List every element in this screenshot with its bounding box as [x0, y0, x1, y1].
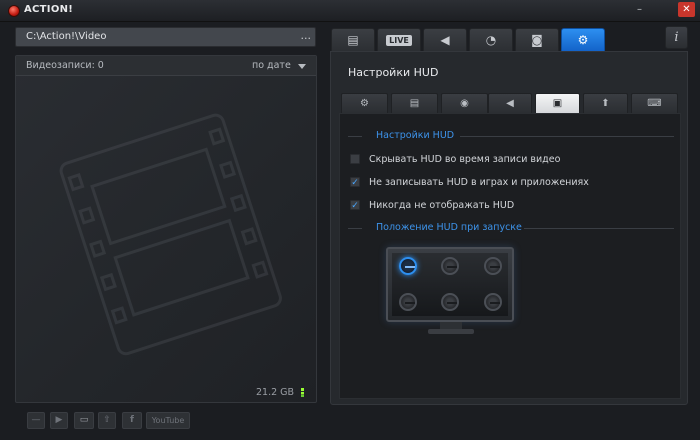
- hud-pos-bottom-left[interactable]: [399, 293, 417, 311]
- hud-settings-subpanel: Настройки HUD Скрывать HUD во время запи…: [339, 113, 681, 399]
- hud-pos-bottom-center[interactable]: [441, 293, 459, 311]
- stopwatch-icon: ◔: [485, 33, 497, 47]
- film-icon: ▤: [409, 98, 420, 109]
- never-show-hud-checkbox[interactable]: ✓: [350, 200, 360, 211]
- hide-hud-recording-label: Скрывать HUD во время записи видео: [369, 154, 561, 165]
- hud-pos-top-left[interactable]: [399, 257, 417, 275]
- hud-position-monitor: [386, 247, 514, 322]
- live-tab[interactable]: LIVE: [377, 28, 421, 51]
- save-path-box[interactable]: C:\Action!\Video ...: [15, 27, 316, 47]
- gear-icon: ⚙: [577, 33, 589, 47]
- subtab-hud[interactable]: ▣: [535, 93, 580, 113]
- section-title-hud: Настройки HUD: [376, 130, 455, 141]
- app-logo-icon: [8, 5, 20, 17]
- facebook-button[interactable]: f: [122, 412, 142, 429]
- disk-free-space: 21.2 GB: [256, 387, 295, 398]
- sort-dropdown[interactable]: по дате: [252, 60, 291, 71]
- disk-footer: 21.2 GB: [16, 384, 316, 402]
- webcam-icon: ◉: [460, 98, 469, 109]
- recordings-header: Видеозаписи: 0 по дате: [16, 56, 316, 76]
- subtab-upload[interactable]: ⬆: [583, 93, 628, 113]
- youtube-button[interactable]: YouTube: [146, 412, 190, 429]
- delete-button[interactable]: —: [27, 412, 45, 429]
- settings-tab[interactable]: ⚙: [561, 28, 605, 51]
- minimize-button[interactable]: –: [631, 2, 648, 17]
- hud-pos-top-center[interactable]: [441, 257, 459, 275]
- open-folder-button[interactable]: ▭: [74, 412, 94, 429]
- upload-button[interactable]: ⇧: [98, 412, 116, 429]
- monitor-icon: ▣: [552, 98, 563, 109]
- no-record-hud-checkbox[interactable]: ✓: [350, 177, 360, 188]
- live-icon: LIVE: [386, 35, 412, 46]
- audio-tab[interactable]: ◀: [423, 28, 467, 51]
- section-title-position: Положение HUD при запуске: [376, 222, 522, 233]
- panel-title: Настройки HUD: [348, 66, 439, 79]
- close-button[interactable]: ✕: [678, 2, 695, 17]
- benchmark-tab[interactable]: ◔: [469, 28, 513, 51]
- subtab-video[interactable]: ▤: [391, 93, 438, 113]
- recordings-panel: Видеозаписи: 0 по дате 21.2 GB: [15, 55, 317, 403]
- subtab-general[interactable]: ⚙: [341, 93, 388, 113]
- settings-panel: Настройки HUD ⚙ ▤ ◉ ◀ ▣ ⬆ ⌨ Настройки HU…: [330, 51, 688, 405]
- hud-settings-section: Настройки HUD: [348, 130, 674, 142]
- title-bar: [0, 0, 700, 22]
- hud-pos-bottom-right[interactable]: [484, 293, 502, 311]
- hud-pos-top-right[interactable]: [484, 257, 502, 275]
- disk-indicator-icon: [301, 388, 304, 397]
- no-record-hud-label: Не записывать HUD в играх и приложениях: [369, 177, 589, 188]
- save-path-text: C:\Action!\Video: [26, 31, 107, 42]
- info-button[interactable]: i: [665, 26, 688, 49]
- monitor-stand: [428, 329, 474, 334]
- play-button[interactable]: ▶: [50, 412, 68, 429]
- monitor-neck: [440, 322, 462, 329]
- subtab-audio[interactable]: ◀: [488, 93, 532, 113]
- hud-position-section: Положение HUD при запуске: [348, 222, 674, 234]
- gear-icon: ⚙: [360, 98, 369, 109]
- never-show-hud-label: Никогда не отображать HUD: [369, 200, 515, 211]
- app-title: ACTION!: [24, 4, 74, 15]
- screenshot-tab[interactable]: ◙: [515, 28, 559, 51]
- speaker-icon: ◀: [506, 98, 514, 109]
- chevron-down-icon[interactable]: [298, 64, 306, 69]
- film-watermark-icon: [59, 113, 282, 356]
- video-tab[interactable]: ▤: [331, 28, 375, 51]
- subtab-hotkeys[interactable]: ⌨: [631, 93, 678, 113]
- browse-folder-button[interactable]: ...: [301, 29, 312, 42]
- upload-icon: ⬆: [601, 98, 610, 109]
- camera-icon: ◙: [531, 33, 543, 47]
- hide-hud-recording-checkbox[interactable]: [350, 154, 360, 164]
- recordings-count: Видеозаписи: 0: [26, 60, 104, 71]
- speaker-icon: ◀: [440, 33, 450, 47]
- film-icon: ▤: [347, 33, 359, 47]
- keyboard-icon: ⌨: [647, 98, 662, 109]
- subtab-webcam[interactable]: ◉: [441, 93, 488, 113]
